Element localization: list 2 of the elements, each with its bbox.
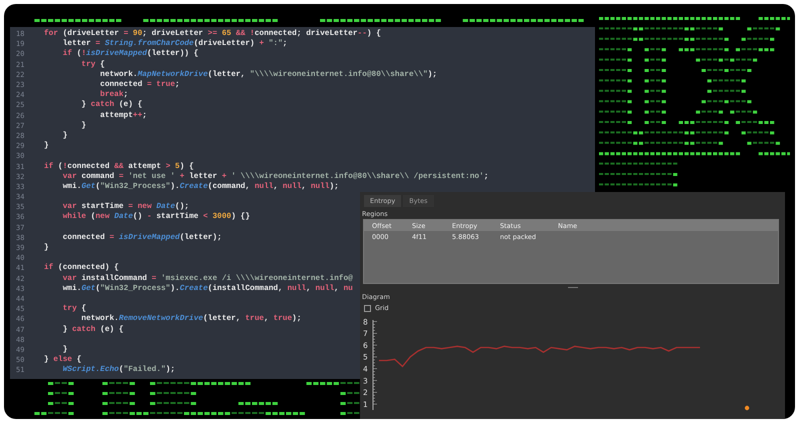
marker-icon <box>744 406 750 410</box>
checkbox[interactable] <box>364 304 371 312</box>
